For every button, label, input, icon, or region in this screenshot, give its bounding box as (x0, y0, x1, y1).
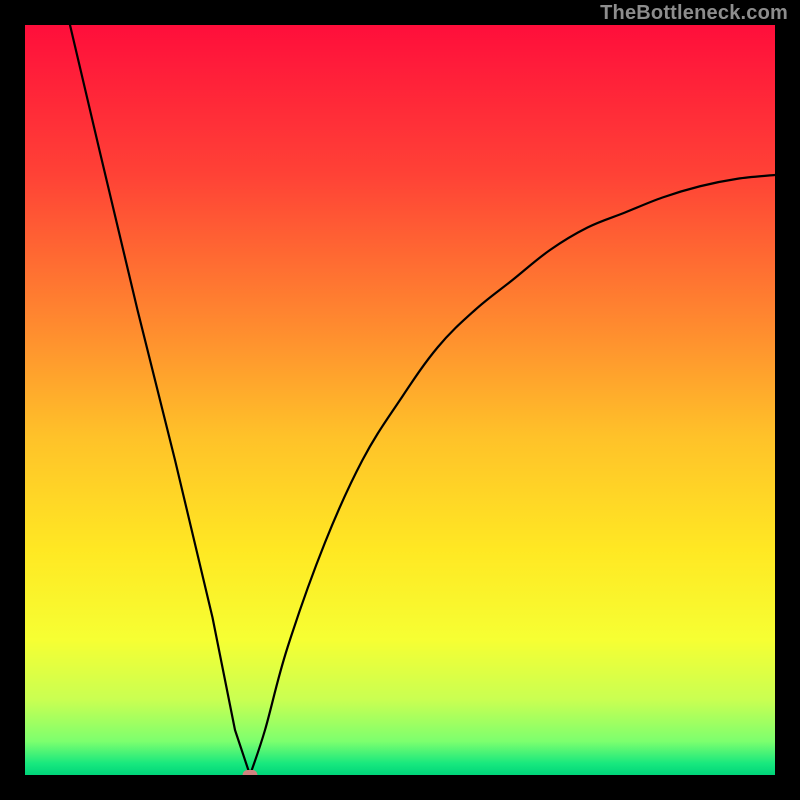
chart-frame: { "watermark": "TheBottleneck.com", "col… (0, 0, 800, 800)
plot-area (25, 25, 775, 775)
watermark-text: TheBottleneck.com (600, 2, 788, 25)
minimum-marker (243, 770, 258, 775)
bottleneck-curve (25, 25, 775, 775)
